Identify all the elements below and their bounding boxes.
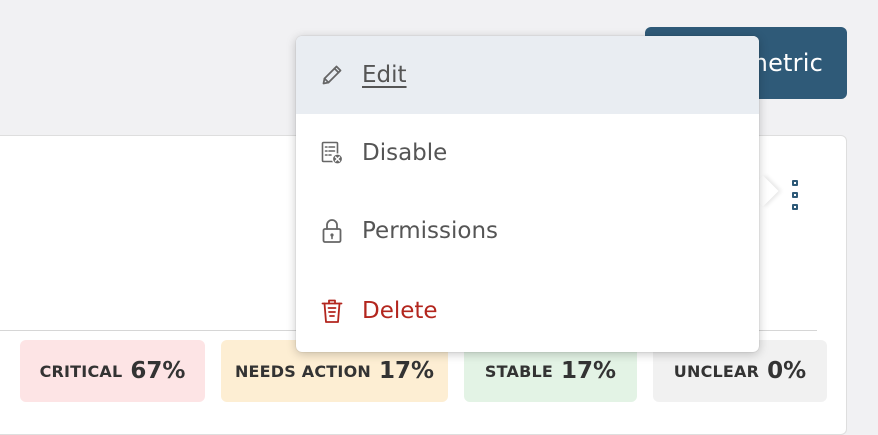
kebab-dot [792, 192, 798, 198]
stat-label: NEEDS ACTION [234, 361, 371, 381]
pencil-icon [320, 61, 344, 89]
menu-item-disable[interactable]: Disable [296, 114, 759, 192]
kebab-icon[interactable] [788, 180, 802, 210]
menu-item-label: Edit [362, 62, 407, 88]
trash-icon [320, 297, 344, 325]
actions-menu: Edit Disable Permissions Delete [296, 36, 759, 352]
stat-critical: CRITICAL 67% [20, 340, 205, 402]
menu-item-permissions[interactable]: Permissions [296, 192, 759, 270]
stat-value: 0% [767, 358, 807, 384]
menu-item-delete[interactable]: Delete [296, 272, 759, 350]
stat-label: CRITICAL [39, 361, 123, 381]
stat-value: 17% [378, 358, 435, 384]
stat-value: 17% [561, 358, 617, 384]
stat-label: UNCLEAR [673, 361, 760, 381]
menu-item-label: Permissions [362, 218, 499, 244]
kebab-dot [792, 204, 798, 210]
menu-item-label: Delete [362, 298, 438, 324]
menu-pointer-cover [740, 170, 759, 215]
lock-icon [320, 217, 344, 245]
menu-item-label: Disable [362, 140, 448, 166]
stat-label: STABLE [484, 361, 554, 381]
kebab-dot [792, 180, 798, 186]
stat-value: 67% [130, 358, 186, 384]
list-x-icon [320, 139, 344, 167]
menu-item-edit[interactable]: Edit [296, 36, 759, 114]
